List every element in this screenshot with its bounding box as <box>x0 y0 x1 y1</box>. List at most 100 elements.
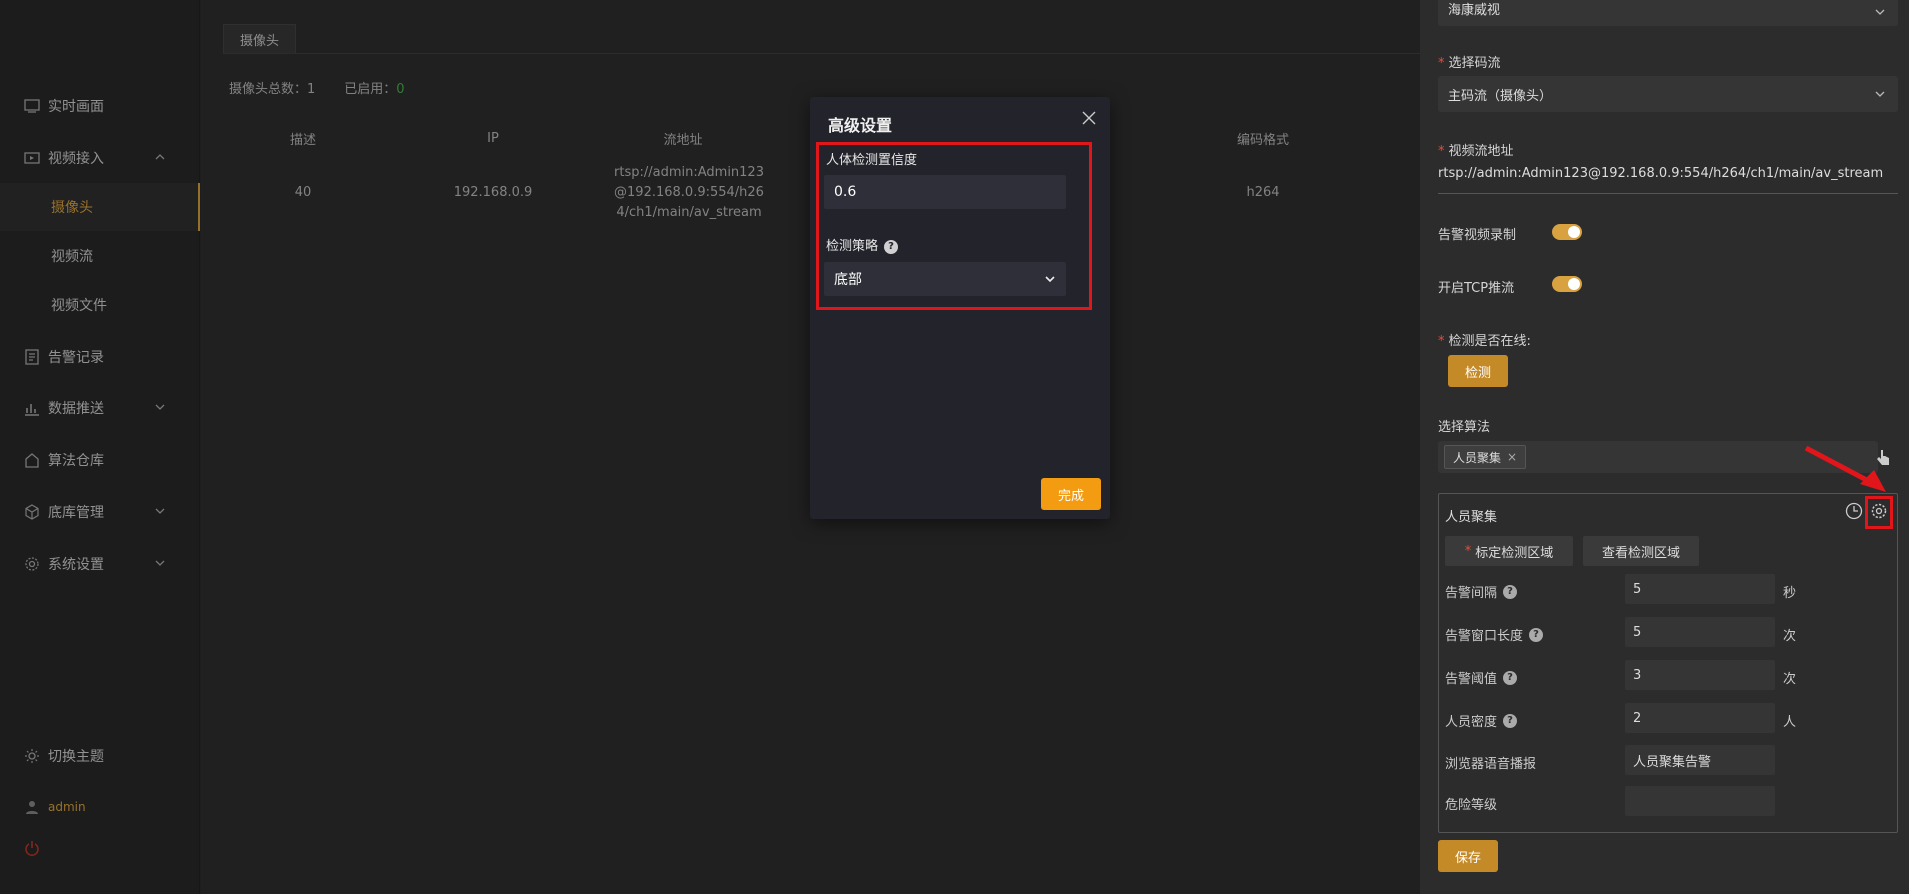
param-label-text: 人员密度 <box>1445 715 1498 730</box>
cell-stream: rtsp://admin:Admin123@192.168.0.9:554/h2… <box>614 165 764 220</box>
user-icon <box>24 799 40 815</box>
warehouse-icon <box>24 452 40 468</box>
param-unit: 次 <box>1783 629 1797 644</box>
sidebar-item-live[interactable]: 实时画面 <box>0 88 200 124</box>
sidebar-item-library[interactable]: 底库管理 <box>0 494 200 530</box>
toggle-knob <box>1568 278 1580 290</box>
sidebar-item-video-access[interactable]: 视频接入 <box>0 140 200 176</box>
algorithm-label: 选择算法 <box>1438 420 1491 435</box>
chevron-down-icon <box>155 560 165 566</box>
alarm-record-icon <box>24 349 40 365</box>
logout-button[interactable] <box>0 830 200 866</box>
cube-icon <box>24 504 40 520</box>
total-count: 1 <box>307 82 316 97</box>
chart-icon <box>24 400 40 416</box>
algorithm-box-title: 人员聚集 <box>1445 510 1498 525</box>
confidence-label: 人体检测置信度 <box>826 153 918 168</box>
param-voice-label: 浏览器语音播报 <box>1445 753 1536 772</box>
record-toggle[interactable] <box>1552 224 1582 240</box>
sidebar-item-alarm-record[interactable]: 告警记录 <box>0 339 200 375</box>
cell-codec: h264 <box>1246 185 1280 200</box>
param-window-input[interactable]: 5 <box>1625 617 1775 647</box>
enabled-count: 0 <box>396 82 405 97</box>
chevron-down-icon <box>155 404 165 410</box>
sidebar-sub-stream[interactable]: 视频流 <box>0 232 200 280</box>
chevron-down-icon <box>155 508 165 514</box>
clock-icon[interactable] <box>1845 502 1863 520</box>
algorithm-config-box: 人员聚集 * 标定检测区域 查看检测区域 告警间隔? 5 秒 告警窗口长度? 5 … <box>1438 493 1898 833</box>
tag-close-icon[interactable]: × <box>1507 450 1517 464</box>
check-online-button[interactable]: 检测 <box>1448 355 1508 387</box>
param-danger-input[interactable] <box>1625 786 1775 816</box>
strategy-select[interactable]: 底部 <box>824 262 1066 296</box>
camera-stats: 摄像头总数：1 已启用：0 <box>229 78 405 97</box>
column-header: 描述 <box>289 132 316 148</box>
tab-camera[interactable]: 摄像头 <box>223 24 297 54</box>
sidebar-sub-label: 摄像头 <box>51 200 93 216</box>
mark-region-label: 标定检测区域 <box>1475 545 1554 561</box>
stream-type-value: 主码流（摄像头） <box>1448 88 1553 104</box>
sidebar-item-system[interactable]: 系统设置 <box>0 546 200 582</box>
video-icon <box>24 150 40 166</box>
param-unit: 次 <box>1783 672 1797 687</box>
view-region-button[interactable]: 查看检测区域 <box>1583 536 1699 566</box>
algorithm-tag-label: 人员聚集 <box>1453 450 1502 465</box>
done-button[interactable]: 完成 <box>1041 478 1101 510</box>
stream-type-select[interactable]: 主码流（摄像头） <box>1438 76 1898 112</box>
chevron-down-icon <box>1875 9 1885 15</box>
monitor-icon <box>24 98 40 114</box>
param-threshold-input[interactable]: 3 <box>1625 660 1775 690</box>
cell-desc: 40 <box>294 185 312 200</box>
strategy-label-text: 检测策略 <box>826 239 879 254</box>
chevron-down-icon <box>1875 91 1885 97</box>
help-icon[interactable]: ? <box>884 239 899 254</box>
sidebar-item-label: 系统设置 <box>48 557 104 573</box>
theme-toggle[interactable]: 切换主题 <box>0 738 200 774</box>
sidebar-sub-camera[interactable]: 摄像头 <box>0 183 200 231</box>
sun-icon <box>24 748 40 764</box>
param-voice-input[interactable]: 人员聚集告警 <box>1625 745 1775 775</box>
param-danger-label: 危险等级 <box>1445 794 1497 813</box>
close-icon[interactable] <box>1082 111 1096 125</box>
user-info[interactable]: admin <box>0 789 200 825</box>
total-label: 摄像头总数： <box>229 82 308 97</box>
param-label-text: 浏览器语音播报 <box>1445 757 1537 772</box>
param-density-input[interactable]: 2 <box>1625 703 1775 733</box>
help-icon[interactable]: ? <box>1529 627 1544 642</box>
sidebar-item-data-push[interactable]: 数据推送 <box>0 390 200 426</box>
param-threshold-label: 告警阈值? <box>1445 668 1518 687</box>
online-label: * 检测是否在线: <box>1438 334 1531 349</box>
sidebar-sub-video-file[interactable]: 视频文件 <box>0 281 200 329</box>
sidebar-item-label: 数据推送 <box>48 401 104 417</box>
tcp-toggle[interactable] <box>1552 276 1582 292</box>
save-button[interactable]: 保存 <box>1438 840 1498 872</box>
brand-select[interactable]: 海康威视 <box>1438 0 1898 26</box>
sidebar-sub-label: 视频文件 <box>51 298 107 314</box>
sidebar-item-label: 视频接入 <box>48 151 104 167</box>
toggle-knob <box>1568 226 1580 238</box>
param-label-text: 危险等级 <box>1445 798 1498 813</box>
stream-url-input[interactable]: rtsp://admin:Admin123@192.168.0.9:554/h2… <box>1438 166 1898 194</box>
confidence-input[interactable]: 0.6 <box>824 175 1066 209</box>
strategy-value: 底部 <box>834 272 862 288</box>
chevron-down-icon <box>1045 276 1055 283</box>
algorithm-tag: 人员聚集 × <box>1444 445 1527 469</box>
help-icon[interactable]: ? <box>1503 584 1518 599</box>
advanced-settings-dialog: 高级设置 人体检测置信度 0.6 检测策略? 底部 完成 <box>810 97 1110 519</box>
param-interval-input[interactable]: 5 <box>1625 574 1775 604</box>
theme-label: 切换主题 <box>48 749 104 765</box>
sidebar-item-algo-store[interactable]: 算法仓库 <box>0 442 200 478</box>
help-icon[interactable]: ? <box>1503 670 1518 685</box>
sidebar-sub-label: 视频流 <box>51 249 93 265</box>
stream-type-label: * 选择码流 <box>1438 56 1501 71</box>
dialog-title: 高级设置 <box>828 116 893 135</box>
help-icon[interactable]: ? <box>1503 713 1518 728</box>
tabs-divider <box>223 53 1420 54</box>
param-interval-label: 告警间隔? <box>1445 582 1518 601</box>
strategy-label: 检测策略? <box>826 235 899 254</box>
chevron-up-icon <box>155 154 165 160</box>
column-header: 编码格式 <box>1236 132 1289 148</box>
column-header: IP <box>487 130 499 146</box>
mark-region-button[interactable]: * 标定检测区域 <box>1445 536 1573 566</box>
gear-highlight-box <box>1865 496 1893 529</box>
